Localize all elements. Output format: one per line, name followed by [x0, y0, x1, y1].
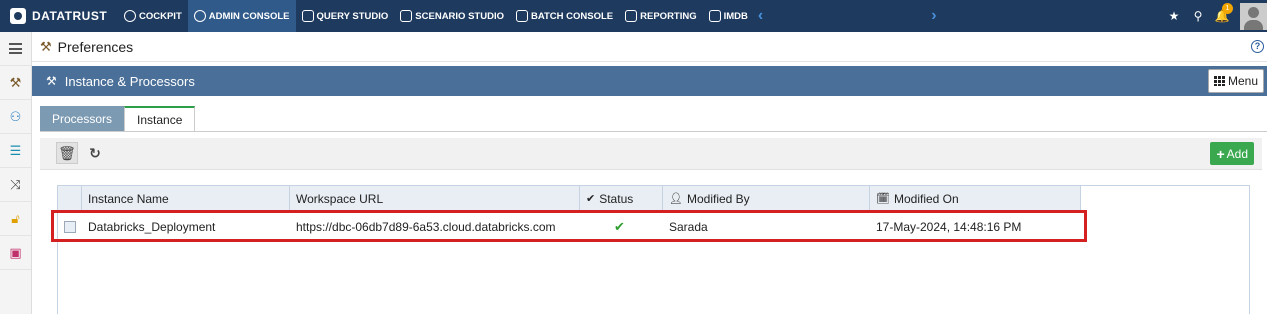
imdb-icon: [708, 10, 721, 22]
header-modified-by[interactable]: 👤︎ Modified By: [663, 186, 870, 211]
avatar[interactable]: [1240, 2, 1267, 30]
add-button[interactable]: + Add: [1210, 142, 1254, 165]
sidebar-item-recycle[interactable]: ▣: [0, 236, 31, 270]
refresh-button[interactable]: ↻: [84, 142, 106, 164]
tools-icon: ⚒: [40, 38, 52, 54]
tab-divider: [40, 131, 1267, 132]
star-icon[interactable]: ★: [1162, 9, 1186, 23]
database-icon: [301, 10, 314, 22]
database-icon: ☰: [9, 142, 22, 158]
nav-label: QUERY STUDIO: [316, 10, 389, 22]
nav-item-query-studio[interactable]: QUERY STUDIO: [296, 0, 395, 32]
nav-scroll-left-icon[interactable]: ‹: [754, 7, 767, 25]
sidebar-item-database[interactable]: ☰: [0, 134, 31, 168]
menu-label: Menu: [1227, 74, 1258, 88]
recycle-bin-icon: ▣: [9, 244, 22, 260]
column-header-label: Modified By: [686, 191, 750, 206]
column-header-label: Workspace URL: [296, 191, 384, 206]
top-nav-bar: DATATRUST COCKPIT ADMIN CONSOLE QUERY ST…: [0, 0, 1267, 32]
menu-button[interactable]: Menu: [1207, 69, 1264, 93]
brand-logo-icon: [10, 8, 26, 24]
tools-icon: ⚒: [9, 74, 22, 90]
nav-label: SCENARIO STUDIO: [415, 10, 504, 22]
nav-item-imdb[interactable]: IMDB: [703, 0, 754, 32]
cockpit-icon: [124, 10, 136, 22]
nav-item-cockpit[interactable]: COCKPIT: [118, 0, 188, 32]
header-workspace-url[interactable]: Workspace URL: [290, 186, 580, 211]
tab-instance[interactable]: Instance: [124, 106, 196, 132]
grid-header: Instance Name Workspace URL ✔ Status 👤︎ …: [58, 186, 1081, 212]
header-instance-name[interactable]: Instance Name: [82, 186, 290, 211]
nav-label: BATCH CONSOLE: [530, 10, 614, 22]
plus-icon: +: [1216, 145, 1225, 162]
header-status[interactable]: ✔ Status: [580, 186, 663, 211]
batch-icon: [515, 10, 528, 22]
tab-bar: Processors Instance: [40, 106, 196, 132]
refresh-icon: ↻: [89, 144, 101, 161]
nav-item-scenario-studio[interactable]: SCENARIO STUDIO: [394, 0, 510, 32]
instance-grid: Instance Name Workspace URL ✔ Status 👤︎ …: [57, 185, 1250, 314]
left-sidebar: ⚒ ⚇ ☰ ⤨ 🔓︎ ▣: [0, 32, 32, 314]
nav-label: REPORTING: [640, 10, 697, 22]
nav-item-batch-console[interactable]: BATCH CONSOLE: [510, 0, 619, 32]
link-icon[interactable]: ⚲: [1186, 9, 1210, 23]
notification-badge: 1: [1222, 3, 1233, 14]
hamburger-icon: [9, 43, 22, 54]
brand[interactable]: DATATRUST: [0, 0, 118, 32]
gear-icon: [193, 10, 206, 22]
trash-icon: 🗑︎: [58, 144, 76, 161]
brand-name: DATATRUST: [32, 9, 108, 23]
nav-scroll-right-icon[interactable]: ›: [927, 7, 940, 25]
sidebar-item-shuffle[interactable]: ⤨: [0, 168, 31, 202]
sidebar-item-preferences[interactable]: ⚒: [0, 66, 31, 100]
nav-label: ADMIN CONSOLE: [208, 10, 290, 22]
bell-icon[interactable]: 🔔 1: [1210, 3, 1234, 23]
nav-item-admin-console[interactable]: ADMIN CONSOLE: [187, 0, 296, 32]
scenario-icon: [400, 10, 413, 22]
nav-item-reporting[interactable]: REPORTING: [619, 0, 702, 32]
tools-icon: ⚒: [46, 74, 57, 88]
user-icon: 👤︎: [669, 193, 683, 205]
shuffle-icon: ⤨: [10, 176, 21, 192]
grid-icon: [1213, 76, 1225, 86]
report-icon: [625, 10, 638, 22]
page-title: Preferences: [57, 38, 134, 55]
section-header: ⚒ Instance & Processors Menu: [32, 66, 1267, 96]
calendar-icon: 🗓︎: [876, 193, 890, 205]
check-icon: ✔: [586, 193, 596, 205]
network-icon: ⚇: [9, 108, 22, 124]
add-label: Add: [1226, 146, 1248, 161]
column-header-label: Modified On: [893, 191, 959, 206]
delete-button[interactable]: 🗑︎: [56, 142, 78, 164]
sidebar-toggle[interactable]: [0, 32, 31, 66]
sidebar-item-security[interactable]: 🔓︎: [0, 202, 31, 236]
nav-label: COCKPIT: [139, 10, 182, 22]
header-select-cell: [58, 186, 82, 211]
grid-toolbar: 🗑︎ ↻ + Add: [40, 138, 1262, 170]
section-title: Instance & Processors: [64, 73, 195, 89]
preferences-header: ⚒ Preferences ?: [32, 32, 1267, 62]
column-header-label: Instance Name: [88, 191, 169, 206]
top-right-actions: ★ ⚲ 🔔 1: [1162, 0, 1267, 32]
sidebar-item-network[interactable]: ⚇: [0, 100, 31, 134]
tab-processors[interactable]: Processors: [40, 106, 125, 132]
column-header-label: Status: [599, 191, 634, 206]
nav-label: IMDB: [723, 10, 748, 22]
lock-icon: 🔓︎: [11, 210, 20, 226]
row-highlight-box: [51, 210, 1087, 242]
header-modified-on[interactable]: 🗓︎ Modified On: [870, 186, 1081, 211]
help-icon[interactable]: ?: [1251, 40, 1264, 53]
